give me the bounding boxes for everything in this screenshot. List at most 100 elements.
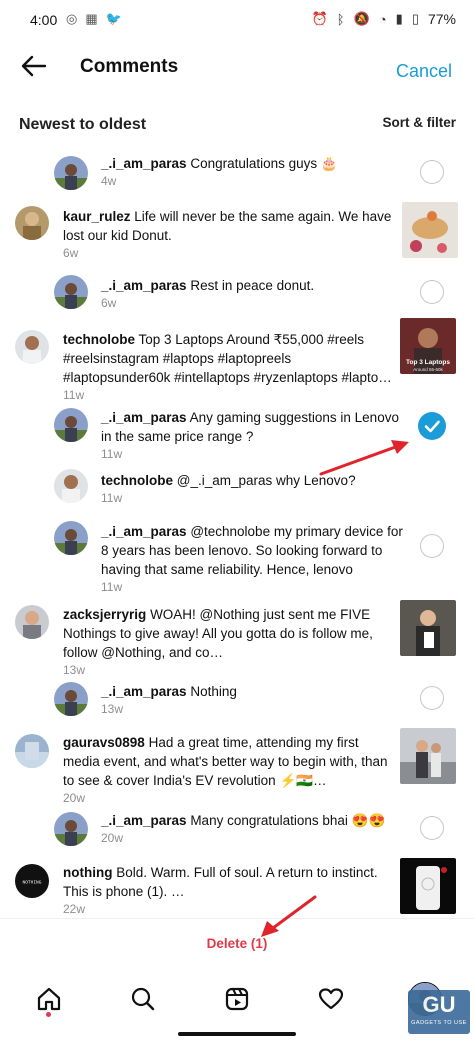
comment-username[interactable]: kaur_rulez	[63, 209, 131, 224]
status-time: 4:00	[30, 12, 58, 28]
comment-username[interactable]: _.i_am_paras	[101, 278, 187, 293]
search-icon	[131, 987, 155, 1011]
comment-row[interactable]: _.i_am_paras @technolobe my primary devi…	[0, 521, 474, 604]
comment-row[interactable]: kaur_rulez Life will never be the same a…	[0, 200, 474, 276]
post-thumbnail[interactable]	[400, 858, 456, 914]
nav-reels[interactable]	[220, 982, 254, 1016]
avatar[interactable]	[15, 734, 49, 768]
comment-username[interactable]: gauravs0898	[63, 735, 145, 750]
comment-row[interactable]: NOTHING nothing Bold. Warm. Full of soul…	[0, 858, 474, 918]
select-checkbox[interactable]	[420, 686, 444, 710]
comment-body: _.i_am_paras Rest in peace donut. 6w	[101, 276, 401, 310]
comment-body: _.i_am_paras Many congratulations bhai 😍…	[101, 811, 401, 845]
watermark-mark: GU	[422, 992, 456, 1017]
avatar[interactable]	[54, 408, 88, 442]
sort-bar: Newest to oldest Sort & filter	[0, 100, 474, 144]
instagram-notif-icon: ◎	[66, 11, 78, 26]
comment-username[interactable]: zacksjerryrig	[63, 607, 146, 622]
avatar[interactable]	[54, 812, 88, 846]
avatar[interactable]	[54, 521, 88, 555]
avatar[interactable]: NOTHING	[15, 864, 49, 898]
annotation-arrow-checkbox	[319, 440, 409, 476]
select-checkbox[interactable]	[420, 160, 444, 184]
back-button[interactable]	[18, 50, 50, 82]
check-icon	[424, 420, 440, 433]
alarm-icon: ⏰	[311, 11, 328, 26]
comment-username[interactable]: technolobe	[63, 332, 135, 347]
comment-row[interactable]: _.i_am_paras Congratulations guys 🎂 4w	[0, 144, 474, 200]
avatar[interactable]	[54, 682, 88, 716]
bluetooth-icon: ᛒ	[336, 11, 345, 27]
app-notif-icon: ▦	[85, 11, 98, 26]
nav-home[interactable]	[32, 982, 66, 1016]
comment-username[interactable]: technolobe	[101, 473, 173, 488]
select-checkbox[interactable]	[420, 534, 444, 558]
avatar[interactable]	[15, 330, 49, 364]
comment-text: Nothing	[186, 684, 237, 699]
comment-time: 11w	[101, 580, 123, 594]
post-thumbnail[interactable]	[400, 600, 456, 656]
thumbnail-title: Top 3 Laptops	[406, 359, 450, 366]
comment-time: 11w	[101, 491, 123, 505]
avatar[interactable]	[15, 206, 49, 240]
comment-text: Rest in peace donut.	[186, 278, 315, 293]
comment-body: technolobe Top 3 Laptops Around ₹55,000 …	[63, 330, 393, 402]
system-icons: ⏰ ᛒ 🔕 ◔ ▮ ▯ 77%	[312, 11, 456, 27]
home-active-dot	[46, 1012, 51, 1017]
notification-icons: ◎ ▦ 🐦	[66, 11, 122, 27]
arrow-left-icon	[21, 55, 47, 77]
comment-username[interactable]: _.i_am_paras	[101, 524, 187, 539]
comment-username[interactable]: _.i_am_paras	[101, 813, 187, 828]
bottom-nav	[0, 974, 474, 1024]
avatar[interactable]	[15, 605, 49, 639]
nav-activity[interactable]	[314, 982, 348, 1016]
comment-time: 13w	[63, 663, 86, 677]
comment-time: 20w	[101, 831, 124, 845]
select-checkbox[interactable]	[420, 280, 444, 304]
nav-search[interactable]	[126, 982, 160, 1016]
comment-row[interactable]: zacksjerryrig WOAH! @Nothing just sent m…	[0, 600, 474, 686]
heart-icon	[318, 988, 344, 1010]
comment-time: 11w	[63, 388, 85, 402]
battery-icon: ▯	[411, 11, 419, 26]
annotation-arrow-delete	[261, 895, 317, 937]
comment-username[interactable]: _.i_am_paras	[101, 410, 187, 425]
comment-body: _.i_am_paras Nothing 13w	[101, 682, 401, 716]
nothing-avatar-logo: NOTHING	[23, 880, 42, 886]
comment-time: 22w	[63, 902, 86, 916]
home-icon	[37, 987, 61, 1011]
comment-body: _.i_am_paras @technolobe my primary devi…	[101, 522, 411, 594]
delete-button[interactable]: Delete (1)	[0, 936, 474, 951]
select-checkbox-checked[interactable]	[418, 412, 446, 440]
comment-time: 13w	[101, 702, 124, 716]
comment-row[interactable]: technolobe Top 3 Laptops Around ₹55,000 …	[0, 318, 474, 408]
watermark-logo: GU GADGETS TO USE	[408, 990, 470, 1034]
wifi-icon: ◔	[378, 11, 387, 27]
comment-row[interactable]: gauravs0898 Had a great time, attending …	[0, 728, 474, 818]
select-checkbox[interactable]	[420, 816, 444, 840]
avatar[interactable]	[54, 156, 88, 190]
comment-body: gauravs0898 Had a great time, attending …	[63, 733, 393, 805]
avatar[interactable]	[54, 275, 88, 309]
cancel-button[interactable]: Cancel	[396, 61, 452, 82]
post-thumbnail[interactable]: Top 3 Laptops Around 55-60k	[400, 318, 456, 374]
mute-icon: 🔕	[353, 11, 370, 26]
comment-time: 6w	[101, 296, 117, 310]
comment-time: 6w	[63, 246, 79, 260]
comment-username[interactable]: _.i_am_paras	[101, 684, 187, 699]
twitter-notif-icon: 🐦	[105, 11, 122, 26]
comment-username[interactable]: _.i_am_paras	[101, 156, 187, 171]
comment-body: _.i_am_paras Congratulations guys 🎂 4w	[101, 154, 401, 188]
gesture-bar[interactable]	[178, 1032, 296, 1036]
comment-body: zacksjerryrig WOAH! @Nothing just sent m…	[63, 605, 393, 677]
avatar[interactable]	[54, 469, 88, 503]
comment-text: Congratulations guys 🎂	[186, 156, 338, 171]
post-thumbnail[interactable]	[402, 202, 458, 258]
post-thumbnail[interactable]	[400, 728, 456, 784]
comment-text: Many congratulations bhai 😍😍	[186, 813, 386, 828]
sort-filter-button[interactable]: Sort & filter	[382, 115, 456, 130]
page-title: Comments	[80, 56, 179, 77]
comment-username[interactable]: nothing	[63, 865, 112, 880]
delete-bar: Delete (1)	[0, 918, 474, 977]
comment-body: kaur_rulez Life will never be the same a…	[63, 207, 393, 260]
